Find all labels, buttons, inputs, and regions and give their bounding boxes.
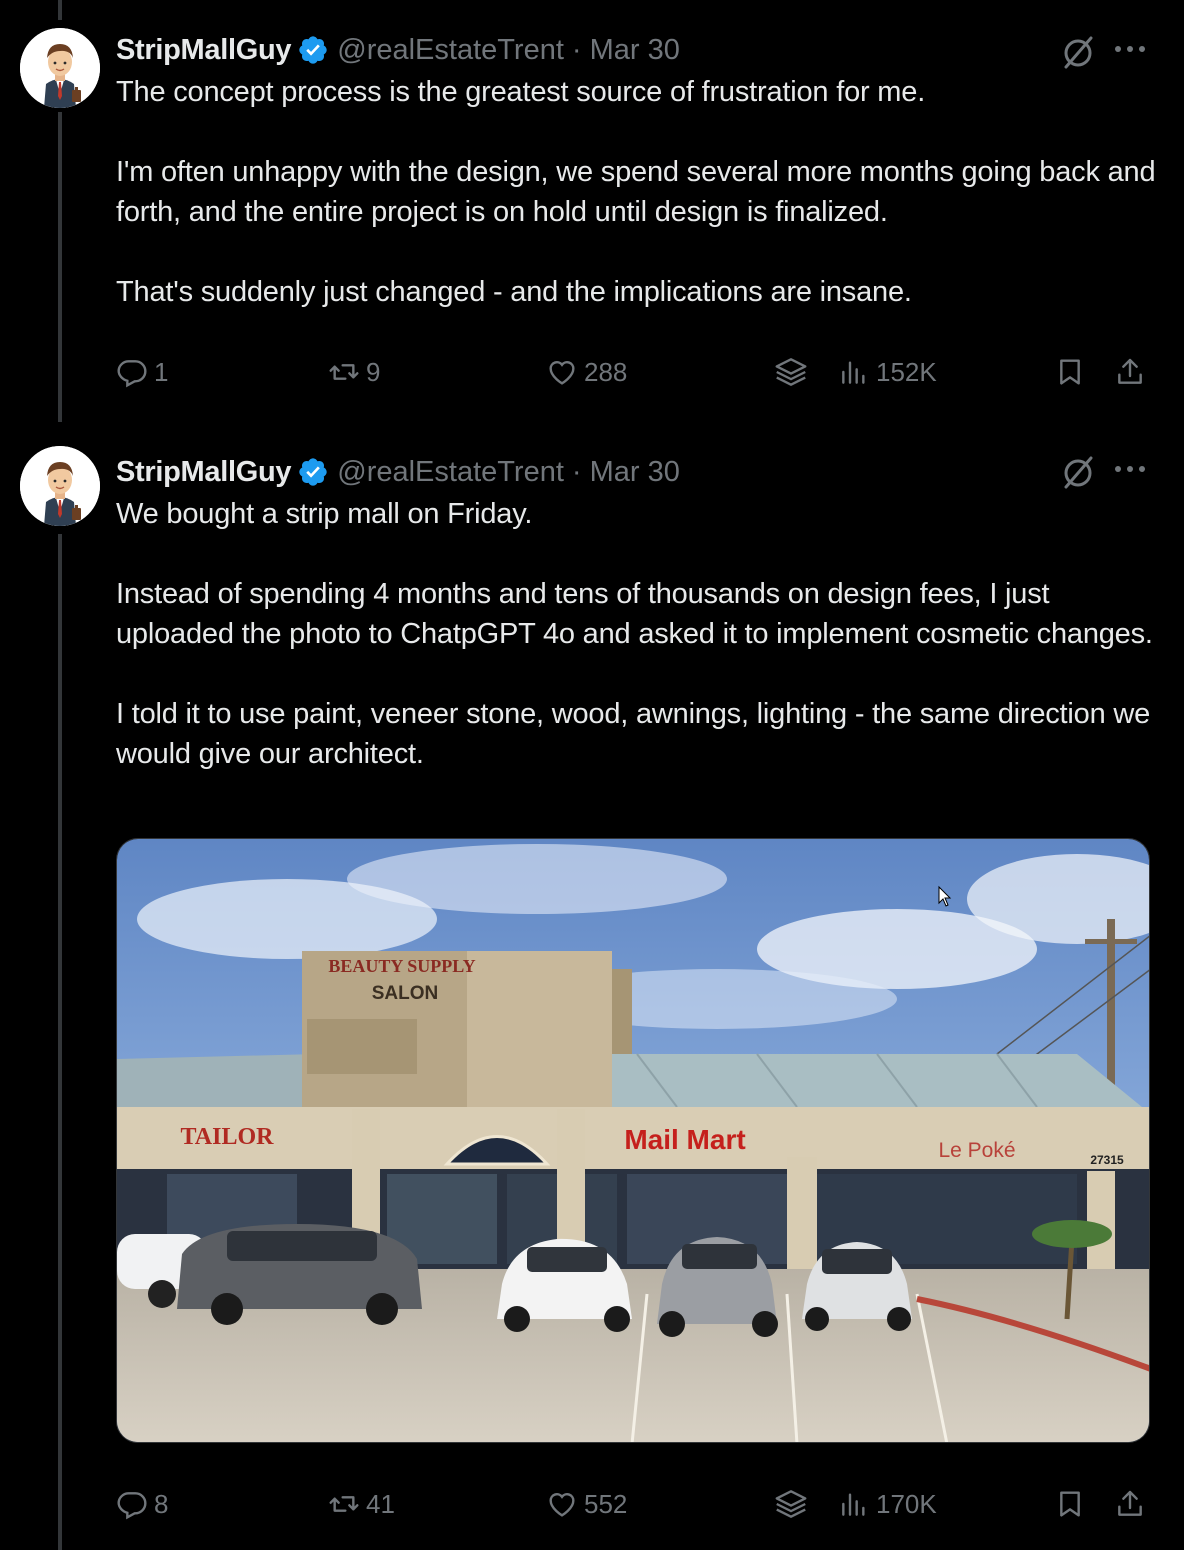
grok-icon[interactable] xyxy=(1058,452,1098,492)
retweet-icon xyxy=(329,364,359,380)
reply-count: 1 xyxy=(154,356,169,387)
like-count: 288 xyxy=(584,356,628,387)
avatar[interactable] xyxy=(20,28,100,108)
action-bar: 8 41 552 170K xyxy=(116,1482,1156,1526)
layers-icon xyxy=(775,1490,807,1518)
separator: · xyxy=(571,455,582,488)
retweet-count: 41 xyxy=(366,1488,395,1519)
tweet-2[interactable]: StripMallGuy @realEstateTrent · Mar 30 W… xyxy=(0,422,1184,1550)
heart-icon xyxy=(549,361,575,385)
share-button[interactable] xyxy=(1114,350,1152,394)
views-chart-icon xyxy=(842,1493,865,1516)
address-number: 27315 xyxy=(1090,1153,1124,1167)
timestamp[interactable]: Mar 30 xyxy=(590,34,680,67)
strip-mall-photo: BEAUTY SUPPLY SALON TAILOR Mail Mart Le … xyxy=(117,839,1149,1442)
share-icon xyxy=(1118,358,1142,384)
businessman-avatar-icon xyxy=(20,28,100,108)
grok-icon[interactable] xyxy=(1058,32,1098,72)
tweet-paragraph: That's suddenly just changed - and the i… xyxy=(116,276,912,308)
attached-photo[interactable]: BEAUTY SUPPLY SALON TAILOR Mail Mart Le … xyxy=(116,838,1150,1443)
views-button[interactable]: 152K xyxy=(838,350,937,394)
retweet-button[interactable]: 9 xyxy=(328,350,380,394)
tweet-header: StripMallGuy @realEstateTrent · Mar 30 xyxy=(116,30,680,70)
reply-count: 8 xyxy=(154,1488,169,1519)
reply-button[interactable]: 8 xyxy=(116,1482,168,1526)
retweet-button[interactable]: 41 xyxy=(328,1482,395,1526)
heart-icon xyxy=(549,1493,575,1517)
views-button[interactable]: 170K xyxy=(838,1482,937,1526)
sign-beauty-supply: BEAUTY SUPPLY xyxy=(328,956,475,976)
view-count: 152K xyxy=(876,356,937,387)
share-button[interactable] xyxy=(1114,1482,1152,1526)
tweet-paragraph: Instead of spending 4 months and tens of… xyxy=(116,578,1153,650)
share-icon xyxy=(1118,1490,1142,1516)
sign-tailor: TAILOR xyxy=(181,1124,275,1150)
like-button[interactable]: 288 xyxy=(546,350,627,394)
tweet-text: We bought a strip mall on Friday. Instea… xyxy=(116,494,1156,774)
views-chart-icon xyxy=(842,361,865,384)
sign-salon: SALON xyxy=(372,983,439,1004)
avatar[interactable] xyxy=(20,446,100,526)
more-options-icon[interactable] xyxy=(1112,42,1148,56)
retweet-icon xyxy=(329,1496,359,1512)
bookmark-icon xyxy=(1060,359,1080,385)
retweet-count: 9 xyxy=(366,356,381,387)
action-bar: 1 9 288 152K xyxy=(116,350,1156,394)
tweet-text: The concept process is the greatest sour… xyxy=(116,72,1156,312)
bookmark-button[interactable] xyxy=(1054,350,1092,394)
verified-badge-icon xyxy=(299,458,327,486)
view-count: 170K xyxy=(876,1488,937,1519)
reply-icon xyxy=(117,1492,147,1520)
more-options-icon[interactable] xyxy=(1112,462,1148,476)
bookmark-button[interactable] xyxy=(1054,1482,1092,1526)
businessman-avatar-icon xyxy=(20,446,100,526)
reply-icon xyxy=(117,360,147,388)
tweet-paragraph: We bought a strip mall on Friday. xyxy=(116,498,533,530)
timestamp[interactable]: Mar 30 xyxy=(590,456,680,489)
display-name[interactable]: StripMallGuy xyxy=(116,456,292,489)
layers-icon xyxy=(775,358,807,386)
grok-analyze-button[interactable] xyxy=(772,350,816,394)
sign-mail-mart: Mail Mart xyxy=(624,1124,745,1155)
sign-le-poke: Le Poké xyxy=(938,1139,1015,1162)
display-name[interactable]: StripMallGuy xyxy=(116,34,292,67)
tweet-paragraph: The concept process is the greatest sour… xyxy=(116,76,926,108)
reply-button[interactable]: 1 xyxy=(116,350,168,394)
separator: · xyxy=(571,33,582,66)
like-count: 552 xyxy=(584,1488,628,1519)
bookmark-icon xyxy=(1060,1491,1080,1517)
tweet-header: StripMallGuy @realEstateTrent · Mar 30 xyxy=(116,452,680,492)
handle[interactable]: @realEstateTrent xyxy=(337,34,564,67)
handle[interactable]: @realEstateTrent xyxy=(337,456,564,489)
tweet-paragraph: I told it to use paint, veneer stone, wo… xyxy=(116,698,1151,770)
like-button[interactable]: 552 xyxy=(546,1482,627,1526)
tweet-paragraph: I'm often unhappy with the design, we sp… xyxy=(116,156,1156,228)
verified-badge-icon xyxy=(299,36,327,64)
grok-analyze-button[interactable] xyxy=(772,1482,816,1526)
tweet-1[interactable]: StripMallGuy @realEstateTrent · Mar 30 T… xyxy=(0,0,1184,410)
